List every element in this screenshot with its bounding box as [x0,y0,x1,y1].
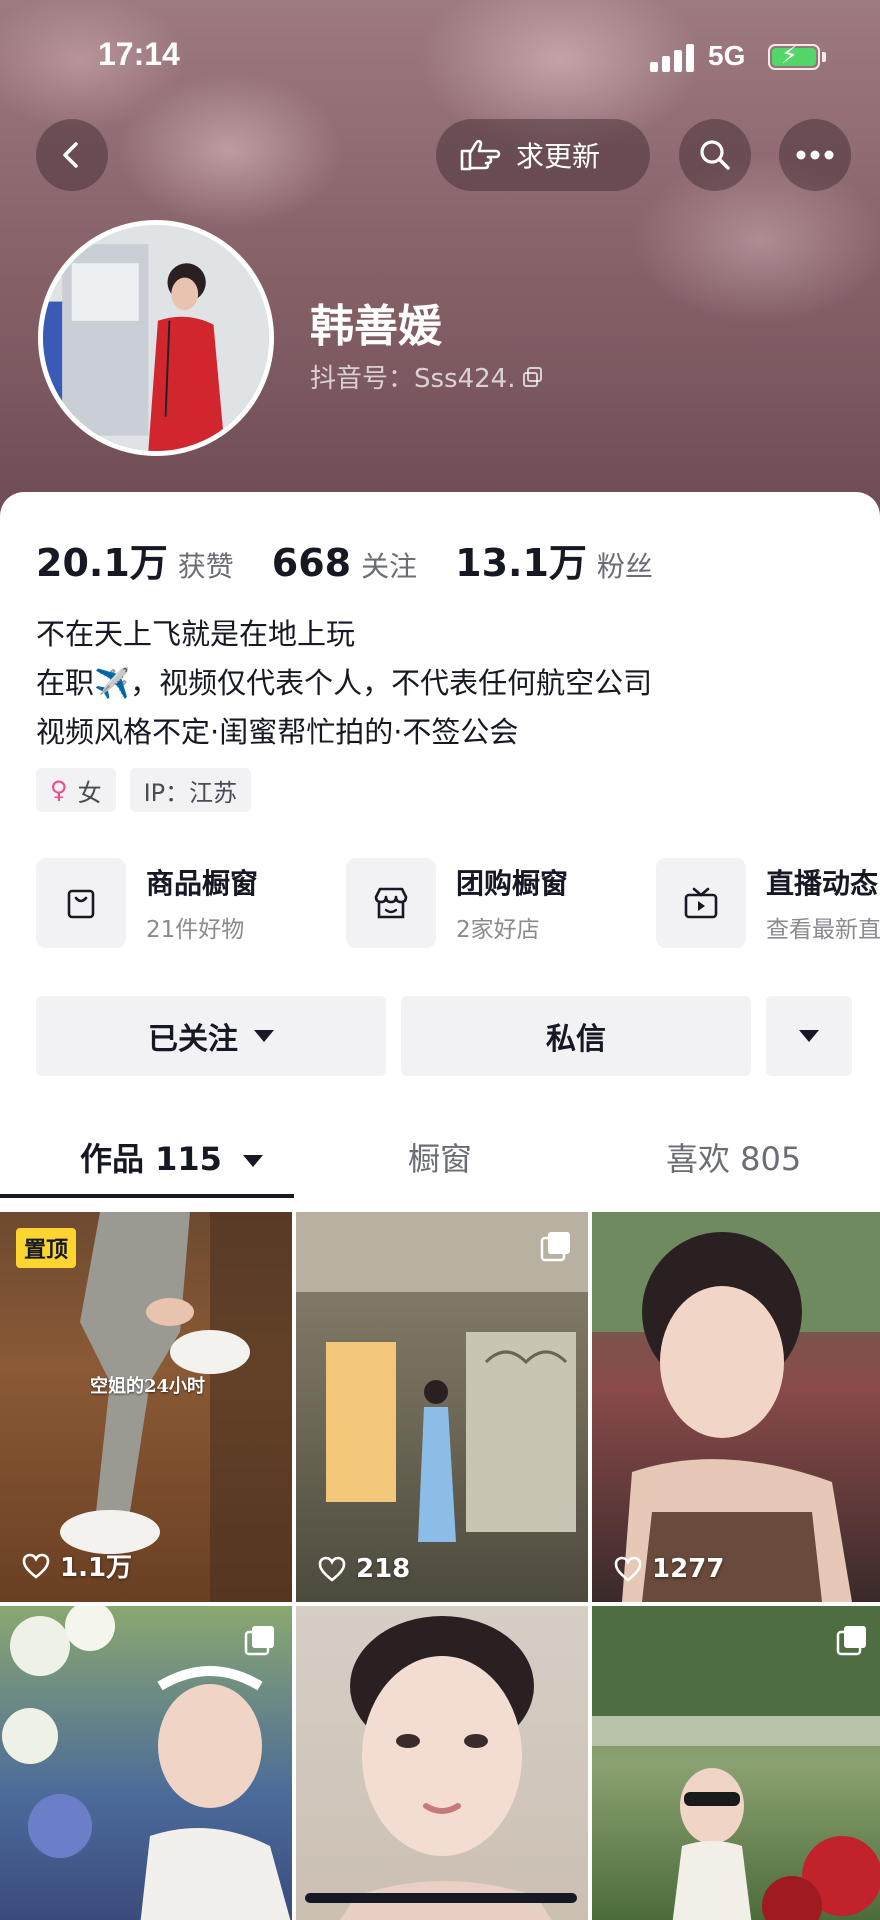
video-thumbnail[interactable] [592,1606,880,1920]
video-thumbnail[interactable]: 置顶 空姐的24小时 1.1万 [0,1212,292,1602]
service-group-buy[interactable]: 团购橱窗 2家好店 [346,858,568,948]
tab-showcase[interactable]: 橱窗 [408,1134,472,1180]
followers-count[interactable]: 13.1万 [455,532,587,587]
video-cover-image [340,1616,552,1920]
service-title: 直播动态 [766,867,879,900]
pinned-badge: 置顶 [16,1228,77,1268]
followed-label: 已关注 [148,1022,238,1057]
status-time: 17:14 [98,36,180,72]
pointing-hand-icon [460,139,501,171]
request-update-button[interactable]: 求更新 [436,119,650,191]
heart-icon [614,1556,642,1582]
tab-liked[interactable]: 喜欢 805 [666,1134,801,1180]
bio-line: 不在天上飞就是在地上玩 [36,617,356,651]
content-tabs: 作品 115 橱窗 喜欢 805 [0,1106,880,1202]
caret-down-icon [254,1030,274,1042]
back-button[interactable] [36,119,108,191]
service-live-updates[interactable]: 直播动态 查看最新直 [656,858,880,948]
message-button[interactable]: 私信 [401,996,751,1076]
caret-down-icon [799,1030,819,1042]
tab-works-label: 作品 115 [80,1140,222,1178]
ip-label: IP：江苏 [143,778,238,807]
ip-tag: IP：江苏 [129,768,252,812]
store-icon [346,858,436,948]
search-button[interactable] [679,119,751,191]
profile-content-sheet: 20.1万 获赞 668 关注 13.1万 粉丝 不在天上飞就是在地上玩 在职✈… [0,492,880,1920]
message-label: 私信 [546,1022,606,1057]
multi-image-icon [836,1626,866,1656]
signal-icon [650,44,696,72]
likes-count: 1.1万 [60,1553,133,1583]
followed-button[interactable]: 已关注 [36,996,386,1076]
shopping-bag-icon [36,858,126,948]
active-tab-indicator [0,1194,294,1198]
female-icon: ♀ [50,776,68,804]
home-indicator[interactable] [305,1893,577,1903]
multi-image-icon [244,1626,274,1656]
heart-icon [22,1553,50,1579]
services-row: 商品橱窗 21件好物 团购橱窗 2家好店 直播动态 查看最新直 [36,858,880,958]
more-button[interactable] [779,119,851,191]
service-subtitle: 21件好物 [146,917,245,943]
followers-label: 粉丝 [596,550,653,583]
video-cover-image [60,1212,292,1602]
bio-line: 视频风格不定·闺蜜帮忙拍的·不签公会 [36,715,519,749]
service-subtitle: 查看最新直 [766,917,880,943]
tv-icon [656,858,746,948]
avatar[interactable] [38,220,274,456]
bio: 不在天上飞就是在地上玩 在职✈️，视频仅代表个人，不代表任何航空公司 视频风格不… [36,610,652,757]
profile-tags: ♀ 女 IP：江苏 [36,768,252,812]
gender-label: 女 [77,778,102,807]
service-product-showcase[interactable]: 商品橱窗 21件好物 [36,858,258,948]
chevron-left-icon [63,142,78,168]
video-thumbnail[interactable]: 1277 [592,1212,880,1602]
douyin-id-text: 抖音号：Sss424. [310,364,516,394]
heart-icon [318,1556,346,1582]
video-cover-image [296,1212,588,1542]
tab-works[interactable]: 作品 115 [80,1134,264,1180]
gender-tag: ♀ 女 [36,768,116,812]
caret-down-icon [243,1155,264,1167]
stats-row: 20.1万 获赞 668 关注 13.1万 粉丝 [36,532,691,587]
status-bar: 17:14 5G ⚡ [0,0,880,110]
service-title: 商品橱窗 [146,867,259,900]
video-likes: 1.1万 [22,1547,132,1584]
charging-icon: ⚡ [781,41,798,69]
likes-count[interactable]: 20.1万 [36,532,168,587]
following-label: 关注 [361,550,418,583]
video-cover-image [592,1212,880,1602]
following-count[interactable]: 668 [272,541,351,585]
likes-count: 218 [356,1554,411,1584]
request-update-label: 求更新 [516,140,601,173]
copy-icon[interactable] [522,366,544,388]
douyin-id[interactable]: 抖音号：Sss424. [310,358,544,395]
video-likes: 218 [318,1554,410,1584]
multi-image-icon [540,1232,570,1262]
bio-line: 在职✈️，视频仅代表个人，不代表任何航空公司 [36,666,653,700]
video-likes: 1277 [614,1554,724,1584]
video-caption: 空姐的24小时 [90,1376,206,1397]
video-thumbnail[interactable] [296,1606,588,1920]
profile-name: 韩善媛 [310,301,442,352]
video-thumbnail[interactable]: 218 [296,1212,588,1602]
likes-label: 获赞 [177,550,234,583]
search-icon [700,140,730,170]
service-subtitle: 2家好店 [456,917,540,943]
service-title: 团购橱窗 [456,867,569,900]
network-label: 5G [708,40,746,71]
likes-count: 1277 [652,1554,725,1584]
more-options-button[interactable] [766,996,852,1076]
video-thumbnail[interactable] [0,1606,292,1920]
avatar-photo [43,225,269,451]
more-dots-icon [796,150,834,160]
